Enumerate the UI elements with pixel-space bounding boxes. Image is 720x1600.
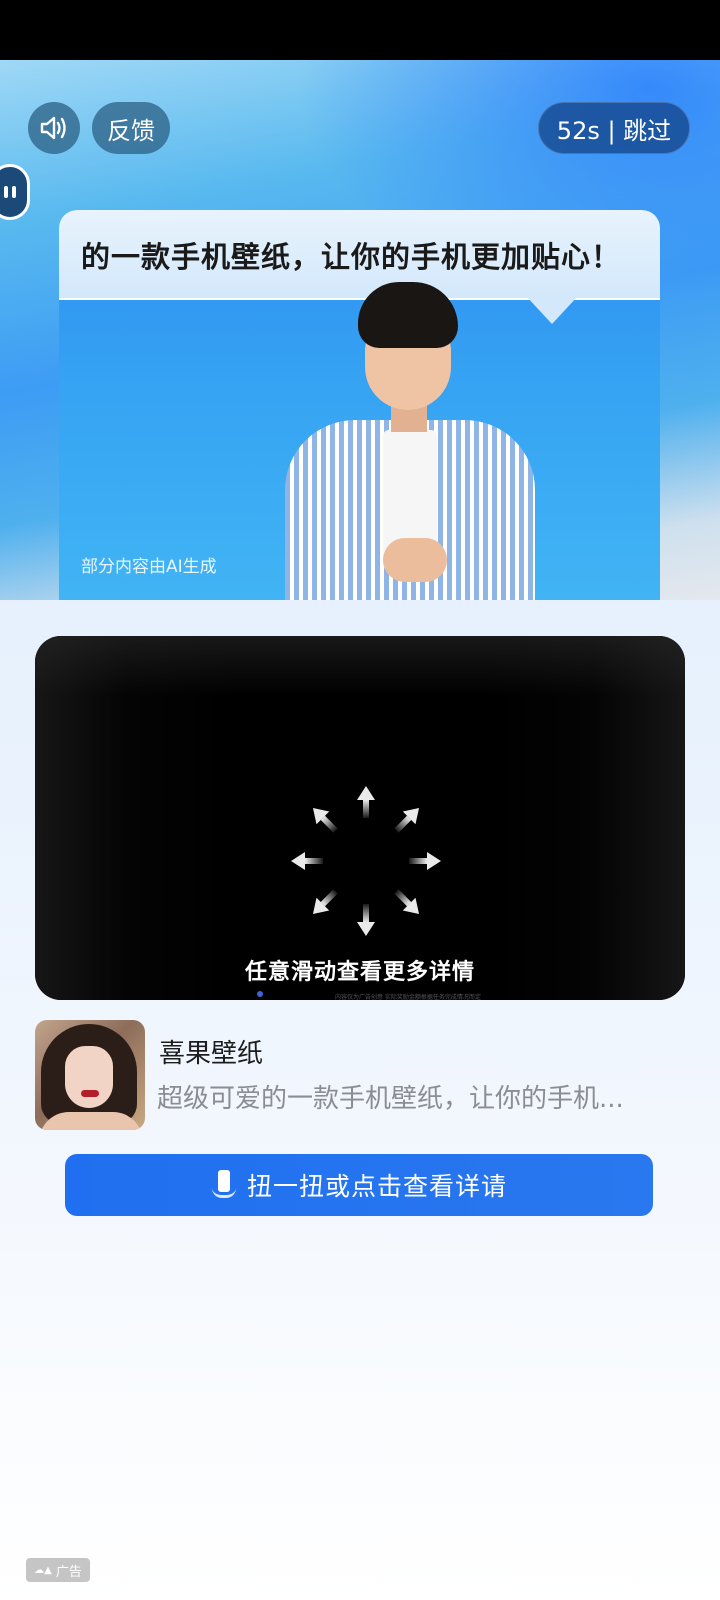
ad-badge: ☁▲ 广告: [26, 1558, 90, 1582]
video-frame: 的一款手机壁纸，让你的手机更加贴心！ 部分内容由AI生成: [59, 210, 660, 600]
view-details-button[interactable]: 扭一扭或点击查看详请: [65, 1154, 653, 1216]
ad-logo-icon: ☁▲: [34, 1564, 52, 1576]
skip-countdown-button[interactable]: 52s | 跳过: [538, 102, 690, 154]
status-bar: [0, 0, 720, 60]
view-details-label: 扭一扭或点击查看详请: [246, 1172, 507, 1201]
swipe-arrows-icon: [291, 786, 441, 936]
card-top-fade: [35, 636, 685, 696]
app-icon-shoulder: [39, 1112, 143, 1130]
app-name[interactable]: 喜果壁纸: [159, 1033, 263, 1070]
phone-shake-icon: [211, 1170, 237, 1200]
pause-ball-icon-bar: [12, 186, 16, 198]
swipe-interaction-card[interactable]: 任意滑动查看更多详情 内容仅为广告创意 实际奖励金额根据任务完成情况而定: [35, 636, 685, 1000]
video-player[interactable]: 反馈 52s | 跳过 的一款手机壁纸，让你的手机更加贴心！ 部分内容由AI生成: [0, 60, 720, 600]
app-icon-face: [65, 1046, 113, 1108]
presenter-hands: [383, 538, 447, 582]
indicator-dot: [257, 991, 263, 997]
swipe-hint: 任意滑动查看更多详情: [244, 960, 475, 985]
app-icon-lips: [81, 1090, 99, 1097]
ai-generated-note: 部分内容由AI生成: [81, 557, 217, 577]
ad-label: 广告: [55, 1564, 82, 1580]
pause-ball-icon: [4, 186, 8, 198]
fine-print: 内容仅为广告创意 实际奖励金额根据任务完成情况而定: [335, 994, 481, 1000]
app-description: 超级可爱的一款手机壁纸，让你的手机...: [157, 1084, 624, 1114]
presenter-figure: [285, 270, 545, 600]
presenter-hair: [358, 282, 458, 348]
sound-toggle-button[interactable]: [28, 102, 80, 154]
app-icon[interactable]: [35, 1020, 145, 1130]
floating-ball[interactable]: [0, 164, 30, 220]
speaker-icon: [40, 116, 66, 140]
feedback-button[interactable]: 反馈: [92, 102, 170, 154]
